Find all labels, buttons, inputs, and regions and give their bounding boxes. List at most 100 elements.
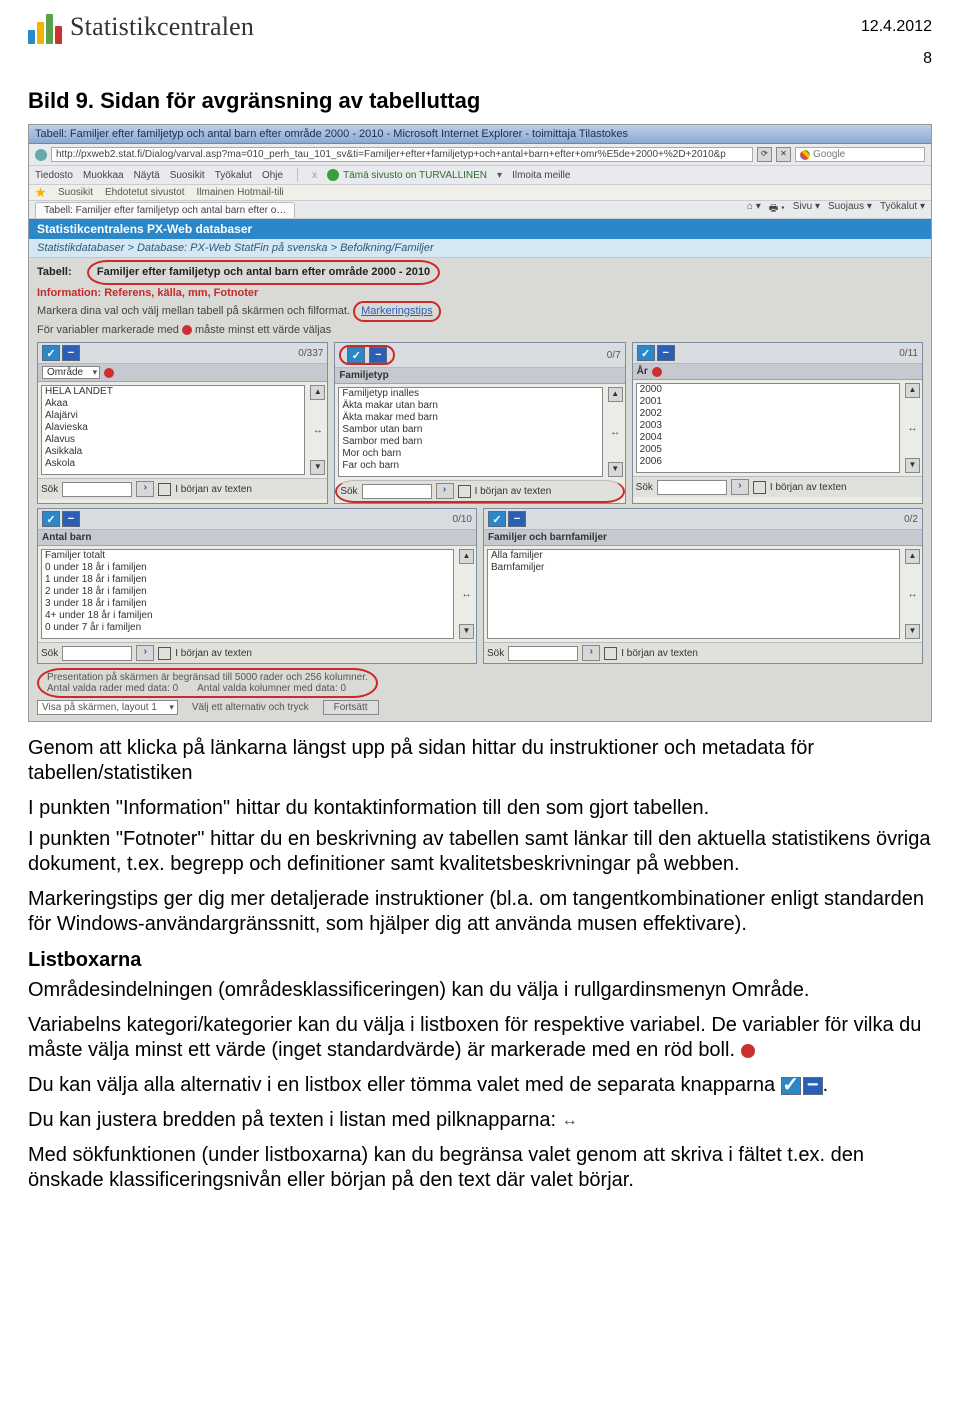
selector-ar: ✓ − 0/11 År 2000200120022003200420052006… bbox=[632, 342, 923, 504]
select-all-button[interactable]: ✓ bbox=[42, 511, 60, 527]
sok-go-button[interactable]: › bbox=[436, 483, 454, 499]
width-control-icon[interactable]: ↔ bbox=[905, 423, 920, 434]
select-all-button[interactable]: ✓ bbox=[488, 511, 506, 527]
deselect-all-button[interactable]: − bbox=[62, 511, 80, 527]
menu-ohje[interactable]: Ohje bbox=[262, 170, 283, 181]
omrade-listbox[interactable]: HELA LANDETAkaaAlajärviAlavieskaAlavusAs… bbox=[41, 385, 305, 475]
scroll-up-icon[interactable]: ▲ bbox=[905, 549, 920, 564]
url-field[interactable]: http://pxweb2.stat.fi/Dialog/varval.asp?… bbox=[51, 147, 753, 162]
sok-input[interactable] bbox=[362, 484, 432, 499]
cols-text: Antal valda kolumner med data: 0 bbox=[197, 683, 346, 694]
required-dot-icon bbox=[741, 1044, 755, 1058]
col-title: År bbox=[637, 366, 648, 377]
markeringstips-highlight: Markeringstips bbox=[353, 301, 441, 322]
begin-checkbox[interactable] bbox=[158, 647, 171, 660]
ar-listbox[interactable]: 2000200120022003200420052006 bbox=[636, 383, 900, 473]
menu-nayta[interactable]: Näytä bbox=[134, 170, 160, 181]
selector-omrade: ✓ − 0/337 Område HELA LANDETAkaaAlajärvi… bbox=[37, 342, 328, 504]
tool-print-icon[interactable]: 🖶 ▾ bbox=[769, 201, 785, 218]
menu-ilmoita[interactable]: Ilmoita meille bbox=[512, 170, 570, 181]
browser-search[interactable]: Google bbox=[795, 147, 925, 162]
width-control-icon[interactable]: ↔ bbox=[310, 425, 325, 436]
scroll-down-icon[interactable]: ▼ bbox=[310, 460, 325, 475]
deselect-all-button[interactable]: − bbox=[508, 511, 526, 527]
tabell-label: Tabell: bbox=[37, 266, 72, 278]
scroll-up-icon[interactable]: ▲ bbox=[608, 387, 623, 402]
px-footer: Presentation på skärmen är begränsad til… bbox=[37, 668, 923, 715]
px-breadcrumb[interactable]: Statistikdatabaser > Database: PX-Web St… bbox=[29, 239, 931, 258]
deselect-all-button[interactable]: − bbox=[62, 345, 80, 361]
width-control-icon[interactable]: ↔ bbox=[905, 589, 920, 600]
sok-go-button[interactable]: › bbox=[731, 479, 749, 495]
deselect-all-button[interactable]: − bbox=[657, 345, 675, 361]
fortsatt-button[interactable]: Fortsätt bbox=[323, 700, 379, 715]
select-all-button[interactable]: ✓ bbox=[42, 345, 60, 361]
browser-tab[interactable]: Tabell: Familjer efter familjetyp och an… bbox=[35, 202, 295, 218]
fav-hotmail[interactable]: Ilmainen Hotmail-tili bbox=[197, 187, 284, 198]
sok-input[interactable] bbox=[62, 646, 132, 661]
browser-menu: Tiedosto Muokkaa Näytä Suosikit Työkalut… bbox=[29, 166, 931, 185]
scroll-up-icon[interactable]: ▲ bbox=[459, 549, 474, 564]
stop-icon[interactable]: ✕ bbox=[776, 147, 791, 162]
antal-barn-listbox[interactable]: Familjer totalt0 under 18 år i familjen1… bbox=[41, 549, 454, 639]
paragraph-1: Genom att klicka på länkarna längst upp … bbox=[28, 736, 932, 786]
scroll-up-icon[interactable]: ▲ bbox=[905, 383, 920, 398]
width-control-icon[interactable]: ↔ bbox=[608, 427, 623, 438]
sok-go-button[interactable]: › bbox=[582, 645, 600, 661]
sok-label: Sök bbox=[636, 482, 653, 493]
sok-input[interactable] bbox=[657, 480, 727, 495]
paragraph-8: Du kan justera bredden på texten i lista… bbox=[28, 1108, 932, 1133]
begin-checkbox[interactable] bbox=[753, 481, 766, 494]
scroll-down-icon[interactable]: ▼ bbox=[459, 624, 474, 639]
sok-label: Sök bbox=[41, 648, 58, 659]
menu-tyokalut[interactable]: Työkalut bbox=[215, 170, 252, 181]
fav-suosikit[interactable]: Suosikit bbox=[58, 187, 93, 198]
window-title: Tabell: Familjer efter familjetyp och an… bbox=[29, 125, 931, 144]
width-control-icon[interactable]: ↔ bbox=[459, 589, 474, 600]
menu-tiedosto[interactable]: Tiedosto bbox=[35, 170, 73, 181]
brand-title: Statistikcentralen bbox=[70, 12, 254, 42]
fav-ehdotetut[interactable]: Ehdotetut sivustot bbox=[105, 187, 185, 198]
sok-input[interactable] bbox=[62, 482, 132, 497]
sok-label: Sök bbox=[487, 648, 504, 659]
scroll-up-icon[interactable]: ▲ bbox=[310, 385, 325, 400]
information-links[interactable]: Referens, källa, mm, Fotnoter bbox=[104, 287, 258, 299]
scroll-down-icon[interactable]: ▼ bbox=[905, 458, 920, 473]
deselect-all-button[interactable]: − bbox=[369, 347, 387, 363]
select-all-icon: ✓ bbox=[781, 1077, 801, 1095]
scroll-down-icon[interactable]: ▼ bbox=[905, 624, 920, 639]
menu-muokkaa[interactable]: Muokkaa bbox=[83, 170, 124, 181]
begin-checkbox[interactable] bbox=[158, 483, 171, 496]
begin-checkbox[interactable] bbox=[604, 647, 617, 660]
tool-suojaus[interactable]: Suojaus ▾ bbox=[828, 201, 872, 218]
required-dot-icon bbox=[182, 325, 192, 335]
address-bar: http://pxweb2.stat.fi/Dialog/varval.asp?… bbox=[29, 144, 931, 166]
sok-go-button[interactable]: › bbox=[136, 645, 154, 661]
sok-input[interactable] bbox=[508, 646, 578, 661]
limit-text: Presentation på skärmen är begränsad til… bbox=[47, 672, 368, 683]
menu-suosikit[interactable]: Suosikit bbox=[170, 170, 205, 181]
select-all-button[interactable]: ✓ bbox=[347, 347, 365, 363]
refresh-icon[interactable]: ⟳ bbox=[757, 147, 772, 162]
col-title: Familjetyp bbox=[339, 370, 388, 381]
omrade-dropdown[interactable]: Område bbox=[42, 366, 100, 379]
select-all-button[interactable]: ✓ bbox=[637, 345, 655, 361]
tool-home-icon[interactable]: ⌂ ▾ bbox=[747, 201, 761, 218]
google-icon bbox=[800, 150, 810, 160]
px-banner: Statistikcentralens PX-Web databaser bbox=[29, 219, 931, 239]
btns-highlight: ✓ − bbox=[339, 345, 395, 365]
sok-go-button[interactable]: › bbox=[136, 481, 154, 497]
tool-sivu[interactable]: Sivu ▾ bbox=[793, 201, 820, 218]
familjetyp-listbox[interactable]: Familjetyp inallesÄkta makar utan barnÄk… bbox=[338, 387, 602, 477]
markeringstips-link[interactable]: Markeringstips bbox=[361, 305, 433, 317]
safe-site-indicator: Tämä sivusto on TURVALLINEN bbox=[327, 169, 487, 181]
familjer-listbox[interactable]: Alla familjerBarnfamiljer bbox=[487, 549, 900, 639]
shield-icon bbox=[327, 169, 339, 181]
figure-caption: Bild 9. Sidan för avgränsning av tabellu… bbox=[28, 88, 932, 114]
begin-label: I början av texten bbox=[770, 482, 847, 493]
begin-checkbox[interactable] bbox=[458, 485, 471, 498]
layout-dropdown[interactable]: Visa på skärmen, layout 1 bbox=[37, 700, 178, 715]
scroll-down-icon[interactable]: ▼ bbox=[608, 462, 623, 477]
paragraph-5: Områdesindelningen (områdesklassificerin… bbox=[28, 978, 932, 1003]
tool-tyokalut[interactable]: Työkalut ▾ bbox=[880, 201, 925, 218]
